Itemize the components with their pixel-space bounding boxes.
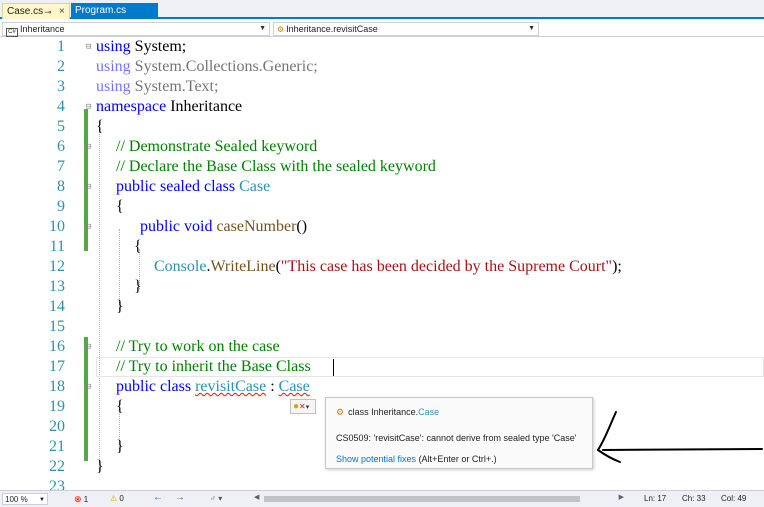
tab-label: Program.cs [75,5,127,16]
scroll-right-icon[interactable]: ▶ [619,493,624,501]
quick-info-tooltip: ⚙ class Inheritance.Case CS0509: 'revisit… [325,397,593,469]
pin-icon[interactable]: ⊸ [44,4,52,20]
code-line: } [116,438,124,455]
show-potential-fixes-link[interactable]: Show potential fixes [336,454,416,464]
code-comment: // Declare the Base Class with the seale… [116,158,436,175]
collapse-icon[interactable]: ⊟ [86,177,91,197]
code-editor[interactable]: 1 2 3 4 5 6 7 8 9 10 11 12 13 14 15 16 1… [0,37,764,490]
status-bar: 100 % ▼ ⊗ 1 ⚠ 0 ← → ♂ ▾ ◀ ▶ Ln: 17 Ch: 33… [0,490,764,507]
chevron-down-icon: ▾ [305,404,310,411]
error-circle-icon: ⊗ [74,494,82,504]
line-number: 19 [49,398,65,415]
code-line: namespace Inheritance [96,98,243,115]
collapse-icon[interactable]: ⊟ [86,37,91,57]
collapse-icon[interactable]: ⊟ [86,217,91,237]
code-comment: // Try to work on the case [116,338,280,355]
member-dropdown[interactable]: ⚙ Inheritance.revisitCase ▼ [273,22,539,36]
tooltip-signature: ⚙ class Inheritance.Case [336,407,440,417]
scrollbar-thumb[interactable] [264,496,580,502]
code-line: { [116,398,124,415]
horizontal-scrollbar[interactable]: ◀ ▶ [254,493,624,503]
error-badge-icon: ✕ [299,402,306,411]
warning-triangle-icon: ⚠ [110,494,118,503]
tab-label: Case.cs [7,6,44,17]
line-number: 7 [57,158,65,175]
scroll-left-icon[interactable]: ◀ [254,493,259,501]
class-icon: ⚙ [336,407,345,417]
class-icon: ⚙ [277,25,285,34]
brush-icon[interactable]: ♂ ▾ [210,493,222,505]
tooltip-fix-row: Show potential fixes (Alt+Enter or Ctrl+… [336,454,497,464]
line-number: 23 [49,478,65,490]
line-number: 20 [49,418,65,435]
code-comment: // Demonstrate Sealed keyword [116,138,318,155]
line-number: 12 [49,258,65,275]
close-icon[interactable]: × [59,4,65,20]
quick-actions-button[interactable]: ●✕▾ [290,399,316,414]
line-number: 2 [57,58,65,75]
line-number: 17 [49,358,65,375]
line-number: 6 [57,138,65,155]
line-number: 15 [49,318,65,335]
text-caret [333,359,334,376]
navigate-forward-icon[interactable]: → [175,492,185,504]
code-line: { [96,118,104,135]
code-line: { [116,198,124,215]
project-name: Inheritance [20,24,65,34]
code-line: Console.WriteLine("This case has been de… [154,258,622,275]
code-line: public sealed class Case [116,178,271,195]
line-number: 21 [49,438,65,455]
line-indicator: Ln: 17 [644,494,667,503]
line-number: 8 [57,178,65,195]
code-line: using System.Collections.Generic; [96,58,318,75]
member-name: Inheritance.revisitCase [286,24,378,34]
tab-case-cs[interactable]: Case.cs ⊸ × [2,3,70,19]
collapse-icon[interactable]: ⊟ [86,97,91,117]
line-number: 13 [49,278,65,295]
line-number: 3 [57,78,65,95]
line-number: 5 [57,118,65,135]
collapse-icon[interactable]: ⊟ [86,337,91,357]
line-number: 18 [49,378,65,395]
error-squiggle[interactable]: revisitCase [195,378,266,395]
code-line: public void caseNumber() [140,218,308,235]
line-number: 9 [57,198,65,215]
code-line: } [134,278,142,295]
error-count[interactable]: ⊗ 1 [74,493,88,506]
chevron-down-icon: ▼ [259,25,266,32]
code-line: { [134,238,142,255]
navigate-back-icon[interactable]: ← [153,492,163,504]
collapse-icon[interactable]: ⊟ [86,377,91,397]
code-line: } [116,298,124,315]
zoom-dropdown[interactable]: 100 % ▼ [2,493,48,505]
collapse-icon[interactable]: ⊟ [86,137,91,157]
warning-count[interactable]: ⚠ 0 [110,493,124,505]
csharp-project-icon: C# [6,28,18,37]
code-line: } [96,458,104,475]
column-indicator: Col: 49 [721,494,747,503]
chevron-down-icon: ▼ [528,25,535,32]
line-number: 4 [57,98,65,115]
fix-shortcut-hint: (Alt+Enter or Ctrl+.) [418,454,497,464]
line-number: 16 [49,338,65,355]
line-number: 10 [49,218,65,235]
project-dropdown[interactable]: C# Inheritance ▼ [2,22,270,37]
document-tab-bar: Case.cs ⊸ × Program.cs [0,0,764,19]
line-number: 22 [49,458,65,475]
error-squiggle[interactable]: Case [279,378,310,395]
line-number: 14 [49,298,65,315]
line-number: 11 [49,238,65,255]
line-number: 1 [57,38,65,55]
code-line: public class revisitCase : Case [116,378,310,395]
char-indicator: Ch: 33 [682,494,706,503]
navigation-bar: C# Inheritance ▼ ⚙ Inheritance.revisitCase… [0,21,764,37]
chevron-down-icon: ▼ [39,497,45,503]
code-line: using System; [96,38,187,55]
code-line: using System.Text; [96,78,219,95]
tooltip-error-message: CS0509: 'revisitCase': cannot derive fro… [336,433,577,443]
tab-program-cs[interactable]: Program.cs [71,3,158,19]
code-comment: // Try to inherit the Base Class [116,358,311,375]
